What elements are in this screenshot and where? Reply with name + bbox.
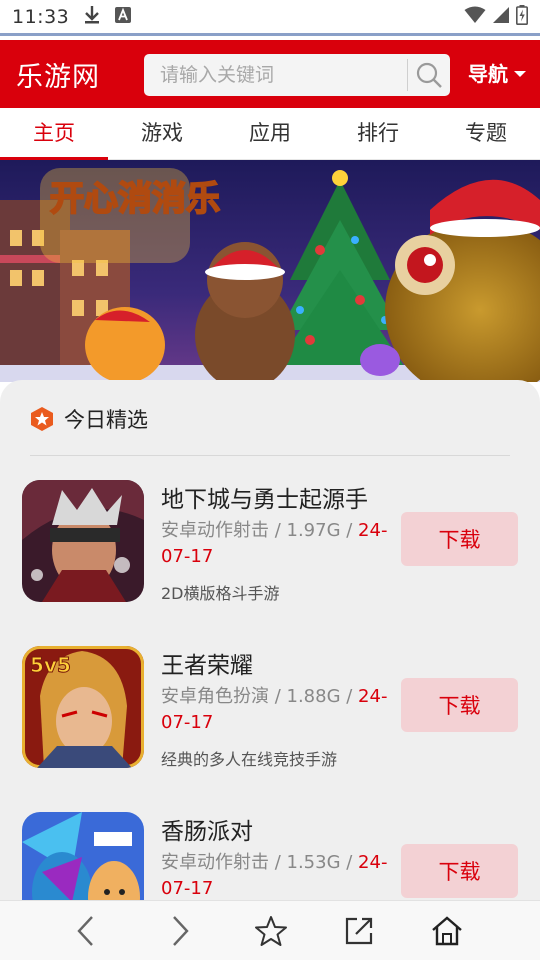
forward-icon bbox=[173, 916, 189, 946]
app-header: 乐游网 导航 bbox=[0, 40, 540, 108]
download-button[interactable]: 下载 bbox=[401, 844, 518, 898]
app-category-size: 安卓动作射击 / 1.53G / bbox=[161, 852, 359, 873]
download-button[interactable]: 下载 bbox=[401, 678, 518, 732]
home-icon bbox=[432, 916, 462, 946]
wifi-icon bbox=[464, 6, 486, 28]
search-box bbox=[144, 54, 450, 96]
app-description: 2D横版格斗手游 bbox=[161, 584, 280, 603]
tab-apps[interactable]: 应用 bbox=[216, 108, 324, 159]
app-category-size: 安卓动作射击 / 1.97G / bbox=[161, 520, 359, 541]
home-button[interactable] bbox=[427, 911, 467, 951]
featured-section: 今日精选 地下城与勇士起源手 安卓动作射击 / 1.97G / 24-07-17 bbox=[0, 380, 540, 900]
tab-topics[interactable]: 专题 bbox=[432, 108, 540, 159]
back-icon bbox=[77, 916, 93, 946]
list-item[interactable]: 5v5 王者荣耀 安卓角色扮演 / 1.88G / 24-07-17 经典的多人… bbox=[22, 646, 522, 776]
nav-menu-button[interactable]: 导航 bbox=[468, 58, 526, 87]
app-meta: 安卓角色扮演 / 1.88G / 24-07-17 bbox=[161, 684, 401, 736]
app-icon-badge: 5v5 bbox=[30, 653, 71, 677]
share-button[interactable] bbox=[339, 911, 379, 951]
tab-home[interactable]: 主页 bbox=[0, 108, 108, 160]
status-time: 11:33 bbox=[12, 5, 70, 28]
promo-banner[interactable]: 开心消消乐 bbox=[0, 160, 540, 382]
search-input[interactable] bbox=[144, 54, 407, 96]
a-badge-icon bbox=[115, 6, 132, 27]
app-meta: 安卓动作射击 / 1.53G / 24-07-17 bbox=[161, 850, 401, 900]
bookmark-star-icon bbox=[255, 916, 287, 946]
site-logo[interactable]: 乐游网 bbox=[16, 55, 126, 94]
section-header: 今日精选 bbox=[30, 404, 148, 434]
share-icon bbox=[345, 917, 373, 945]
back-button[interactable] bbox=[66, 911, 106, 951]
battery-icon bbox=[516, 4, 528, 29]
app-meta: 安卓动作射击 / 1.97G / 24-07-17 bbox=[161, 518, 401, 570]
app-name[interactable]: 地下城与勇士起源手 bbox=[161, 480, 368, 514]
banner-artwork: 开心消消乐 bbox=[0, 160, 540, 382]
hexagon-star-icon bbox=[31, 407, 53, 431]
bookmark-button[interactable] bbox=[251, 911, 291, 951]
app-icon-dnf[interactable] bbox=[22, 480, 144, 602]
chevron-down-icon bbox=[514, 71, 526, 77]
app-name[interactable]: 香肠派对 bbox=[161, 812, 253, 846]
browser-bottom-bar bbox=[0, 900, 540, 960]
download-icon bbox=[83, 5, 101, 29]
app-icon-honor-of-kings[interactable]: 5v5 bbox=[22, 646, 144, 768]
category-tabs: 主页 游戏 应用 排行 专题 bbox=[0, 108, 540, 160]
app-name[interactable]: 王者荣耀 bbox=[161, 646, 253, 680]
forward-button[interactable] bbox=[160, 911, 200, 951]
app-icon-sausage-party[interactable] bbox=[22, 812, 144, 900]
list-item[interactable]: 地下城与勇士起源手 安卓动作射击 / 1.97G / 24-07-17 2D横版… bbox=[22, 480, 522, 610]
status-bar: 11:33 bbox=[0, 0, 540, 36]
search-icon bbox=[416, 62, 442, 88]
tab-rankings[interactable]: 排行 bbox=[324, 108, 432, 159]
list-item[interactable]: 香肠派对 安卓动作射击 / 1.53G / 24-07-17 下载 bbox=[22, 812, 522, 900]
app-description: 经典的多人在线竞技手游 bbox=[161, 750, 338, 769]
section-title: 今日精选 bbox=[64, 408, 148, 432]
divider bbox=[30, 455, 510, 456]
download-button[interactable]: 下载 bbox=[401, 512, 518, 566]
nav-menu-label: 导航 bbox=[468, 62, 508, 86]
tab-games[interactable]: 游戏 bbox=[108, 108, 216, 159]
signal-icon bbox=[492, 6, 510, 28]
search-button[interactable] bbox=[408, 54, 450, 96]
app-screen: 11:33 乐游网 请输入关键词 导航 主页 游戏 应用 排行 专题 开心消消乐… bbox=[0, 0, 540, 960]
banner-title-art: 开心消消乐 bbox=[50, 179, 220, 219]
app-category-size: 安卓角色扮演 / 1.88G / bbox=[161, 686, 359, 707]
